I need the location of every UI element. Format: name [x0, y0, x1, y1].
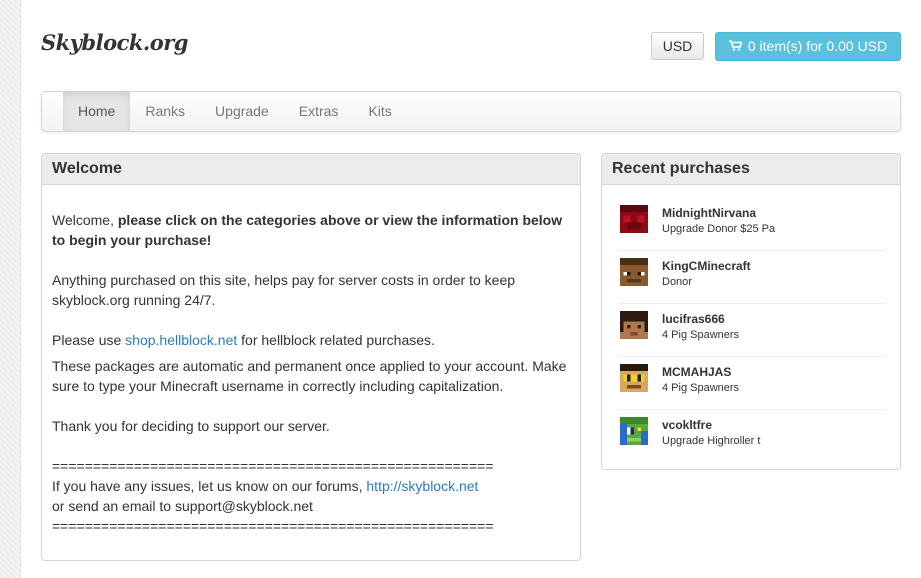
nav-home[interactable]: Home — [63, 92, 131, 131]
buyer-name: KingCMinecraft — [662, 259, 751, 273]
cart-icon — [728, 33, 743, 60]
divider-bottom: ========================================… — [52, 518, 494, 534]
welcome-panel: Welcome Welcome, please click on the cat… — [41, 153, 581, 561]
forums-link[interactable]: http://skyblock.net — [366, 478, 478, 494]
site-logo[interactable]: Skyblock.org — [41, 30, 189, 55]
hellblock-link[interactable]: shop.hellblock.net — [125, 332, 237, 348]
yellow-skin-avatar-icon — [620, 364, 648, 392]
buyer-name: lucifras666 — [662, 312, 725, 326]
package-name: Donor — [662, 276, 692, 288]
hellblock-before: Please use — [52, 332, 126, 348]
welcome-costs-text: Anything purchased on this site, helps p… — [52, 272, 516, 308]
package-name: Upgrade Donor $25 Pa — [662, 223, 776, 235]
package-name: 4 Pig Spawners — [662, 329, 740, 341]
welcome-body: Welcome, please click on the categories … — [42, 185, 580, 536]
recent-item[interactable]: lucifras666 4 Pig Spawners — [618, 304, 886, 357]
issues-text: If you have any issues, let us know on o… — [52, 478, 367, 494]
recent-list: MidnightNirvana Upgrade Donor $25 Pa Kin… — [602, 185, 900, 463]
nav-ranks[interactable]: Ranks — [130, 92, 200, 131]
recent-purchases-panel: Recent purchases MidnightNirvana Upgrade… — [601, 153, 901, 470]
buyer-name: MCMAHJAS — [662, 365, 732, 379]
intro-text: Welcome, — [52, 212, 118, 228]
recent-item[interactable]: MCMAHJAS 4 Pig Spawners — [618, 357, 886, 410]
recent-item[interactable]: vcokltfre Upgrade Highroller t — [618, 410, 886, 463]
buyer-name: vcokltfre — [662, 418, 713, 432]
nav-kits[interactable]: Kits — [353, 92, 406, 131]
recent-heading: Recent purchases — [602, 154, 900, 185]
welcome-heading: Welcome — [42, 154, 580, 185]
dark-hair-avatar-icon — [620, 311, 648, 339]
package-name: Upgrade Highroller t — [662, 435, 761, 447]
cart-button[interactable]: 0 item(s) for 0.00 USD — [715, 32, 901, 61]
welcome-intro: Welcome, please click on the categories … — [52, 210, 570, 250]
red-skin-avatar-icon — [620, 205, 648, 233]
issues-line: If you have any issues, let us know on o… — [52, 476, 570, 496]
buyer-name: MidnightNirvana — [662, 206, 757, 220]
recent-item[interactable]: MidnightNirvana Upgrade Donor $25 Pa — [618, 198, 886, 251]
cart-label: 0 item(s) for 0.00 USD — [747, 38, 888, 54]
packages-note: These packages are automatic and permane… — [52, 358, 567, 394]
recent-item[interactable]: KingCMinecraft Donor — [618, 251, 886, 304]
intro-bold-text: please click on the categories above or … — [52, 212, 563, 248]
hellblock-note: Please use shop.hellblock.net for hellbl… — [52, 330, 570, 350]
nav-extras[interactable]: Extras — [284, 92, 354, 131]
page-edge-strip — [0, 0, 21, 578]
nav-upgrade[interactable]: Upgrade — [200, 92, 284, 131]
divider-top: ========================================… — [52, 458, 494, 474]
main-navbar: Home Ranks Upgrade Extras Kits — [41, 91, 901, 132]
email-line: or send an email to support@skyblock.net — [52, 498, 313, 514]
brown-skin-avatar-icon — [620, 258, 648, 286]
currency-button[interactable]: USD — [651, 32, 704, 60]
green-blue-avatar-icon — [620, 417, 648, 445]
thanks-text: Thank you for deciding to support our se… — [52, 418, 330, 434]
hellblock-after: for hellblock related purchases. — [237, 332, 435, 348]
package-name: 4 Pig Spawners — [662, 382, 740, 394]
